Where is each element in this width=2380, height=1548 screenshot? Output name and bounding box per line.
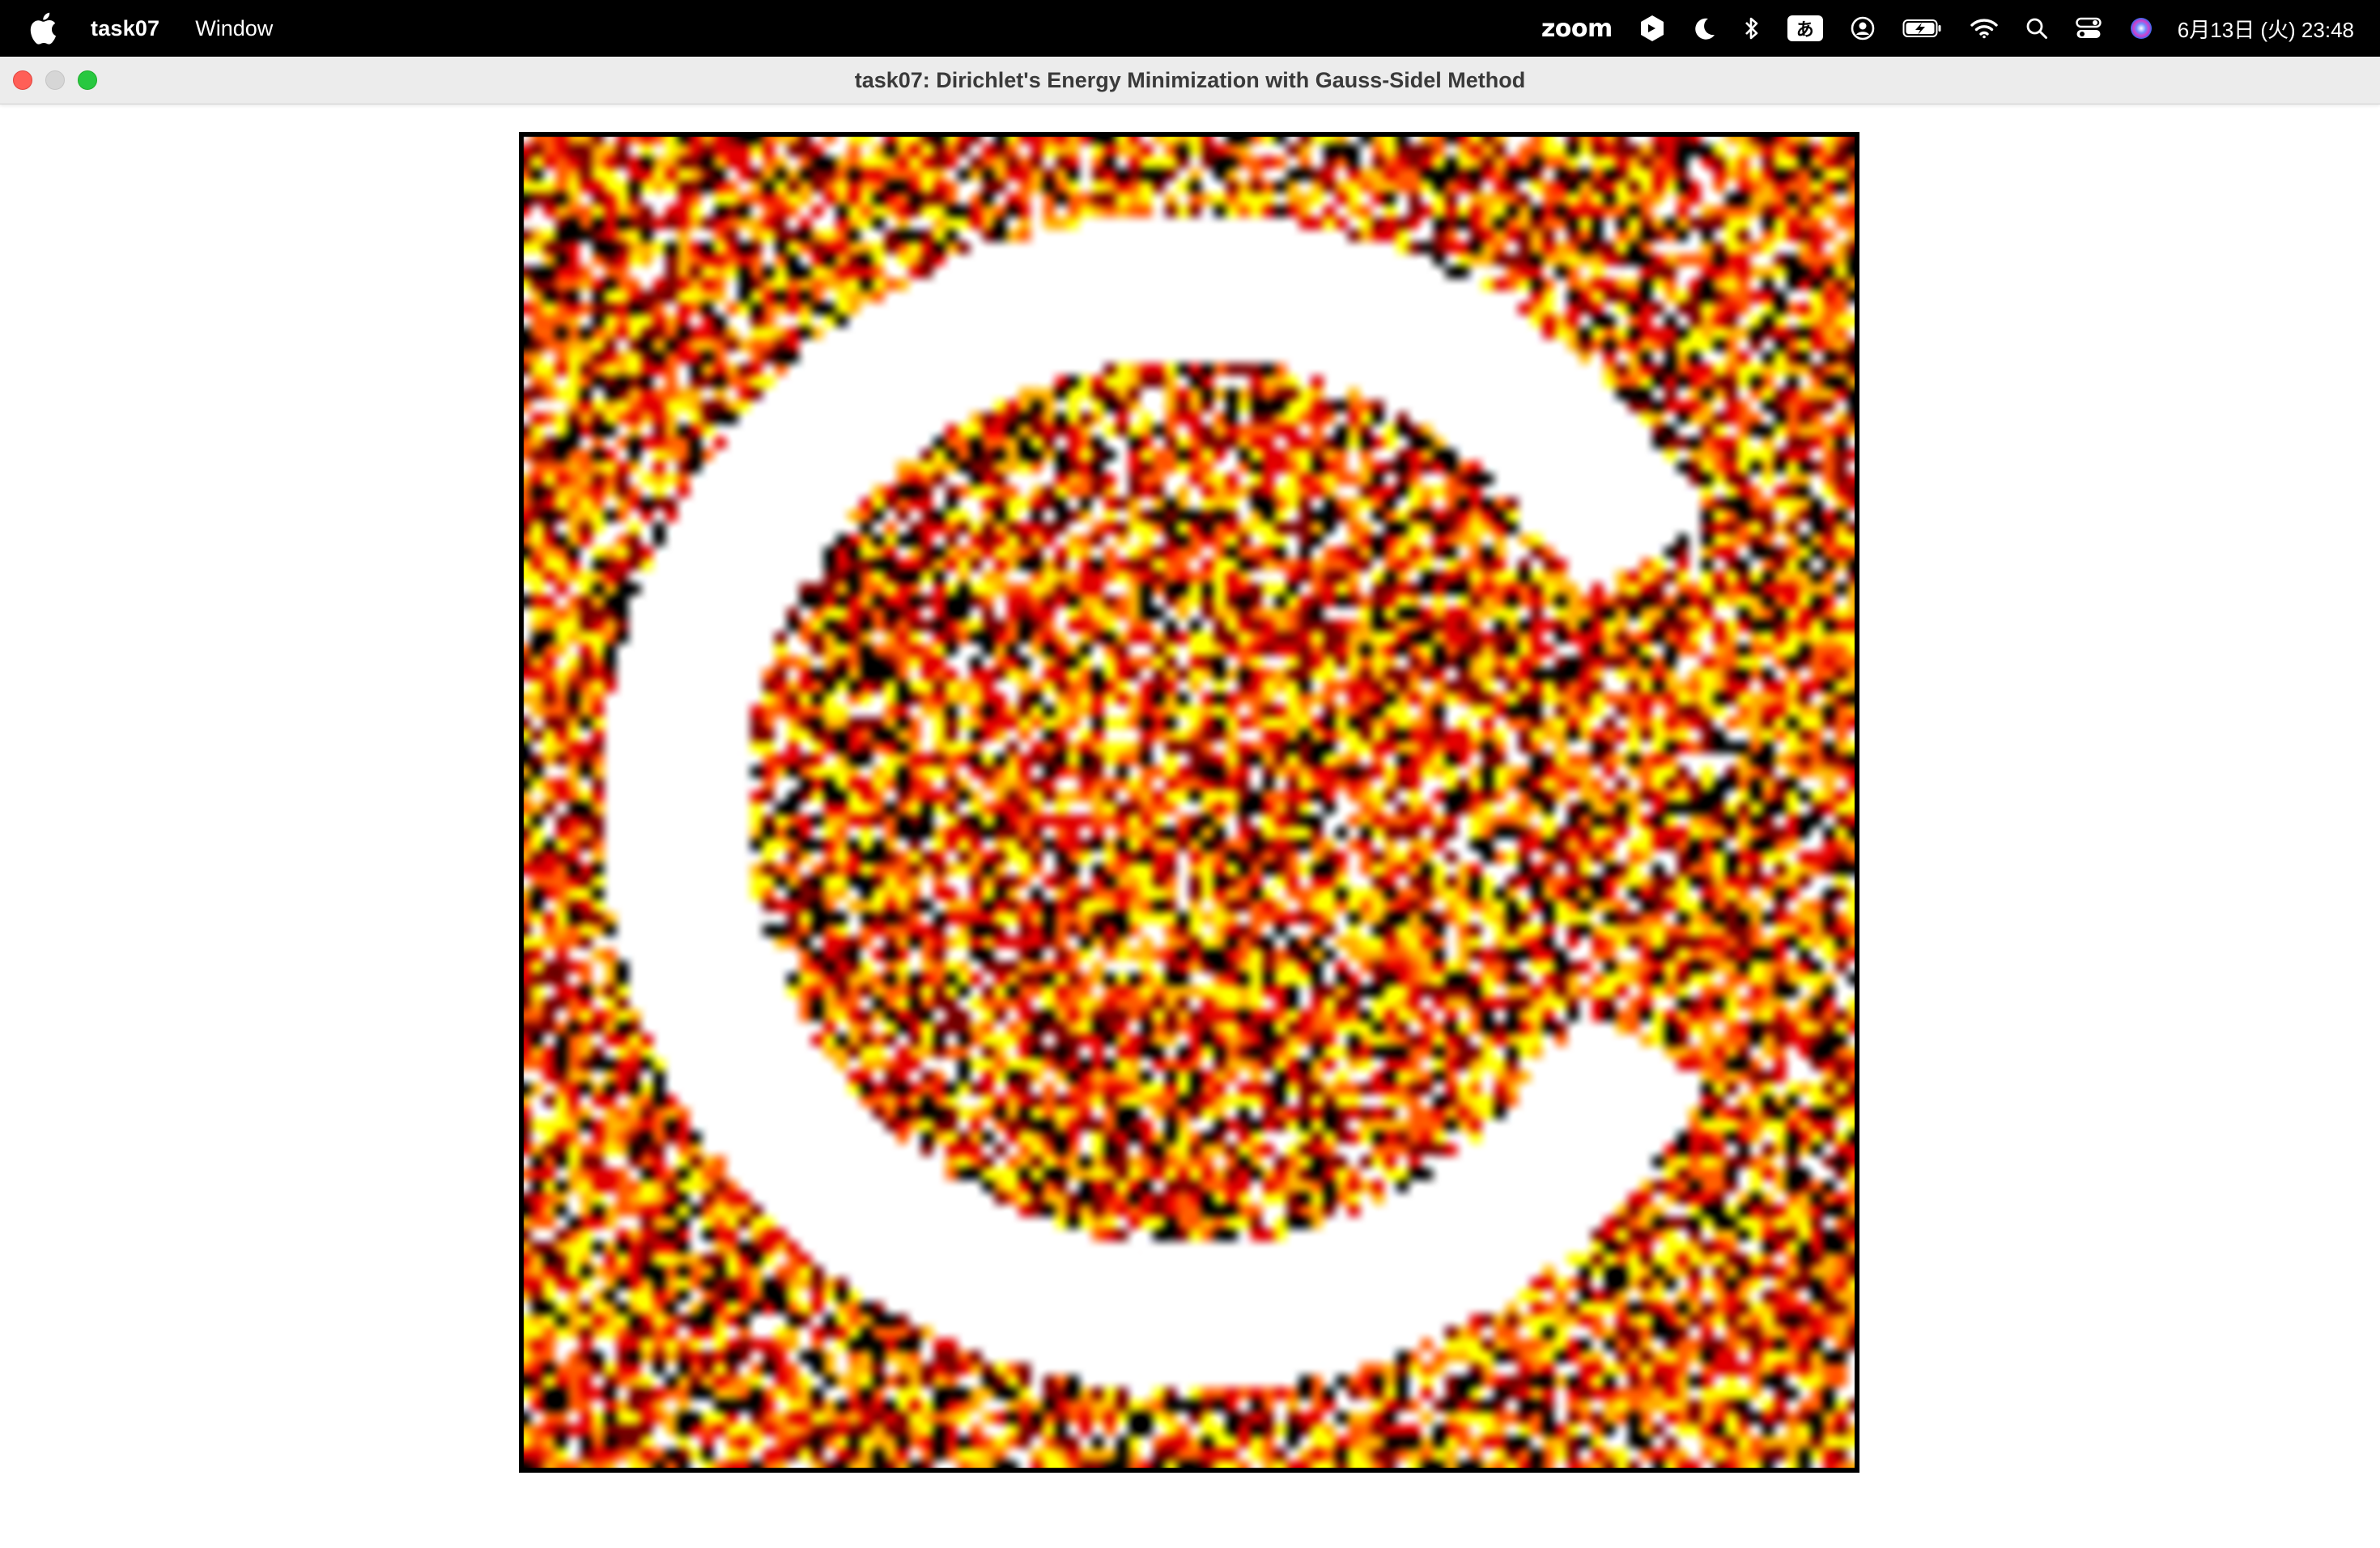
battery-icon[interactable] xyxy=(1902,0,1943,57)
app-name-menu[interactable]: task07 xyxy=(91,16,159,41)
bluetooth-icon[interactable] xyxy=(1744,0,1760,57)
zoom-status-item[interactable]: zoom xyxy=(1541,0,1613,57)
user-icon[interactable] xyxy=(1851,0,1875,57)
menu-window[interactable]: Window xyxy=(195,16,273,41)
screen-share-icon[interactable] xyxy=(1640,0,1664,57)
render-viewport[interactable] xyxy=(519,132,1859,1473)
menu-bar: task07 Window zoom あ 6月13日 (火) 23:48 xyxy=(0,0,2380,57)
spotlight-search-icon[interactable] xyxy=(2025,0,2048,57)
window-title: task07: Dirichlet's Energy Minimization … xyxy=(854,68,1526,92)
window-titlebar[interactable]: task07: Dirichlet's Energy Minimization … xyxy=(0,57,2380,104)
scalar-field-canvas[interactable] xyxy=(519,132,1859,1473)
apple-menu-icon[interactable] xyxy=(29,12,57,45)
input-method-icon[interactable]: あ xyxy=(1787,0,1823,57)
input-method-label: あ xyxy=(1787,15,1823,41)
menubar-clock[interactable]: 6月13日 (火) 23:48 xyxy=(2178,14,2354,44)
wifi-icon[interactable] xyxy=(1970,0,1998,57)
moon-icon[interactable] xyxy=(1692,0,1716,57)
siri-icon[interactable] xyxy=(2129,0,2153,57)
control-center-icon[interactable] xyxy=(2076,0,2102,57)
